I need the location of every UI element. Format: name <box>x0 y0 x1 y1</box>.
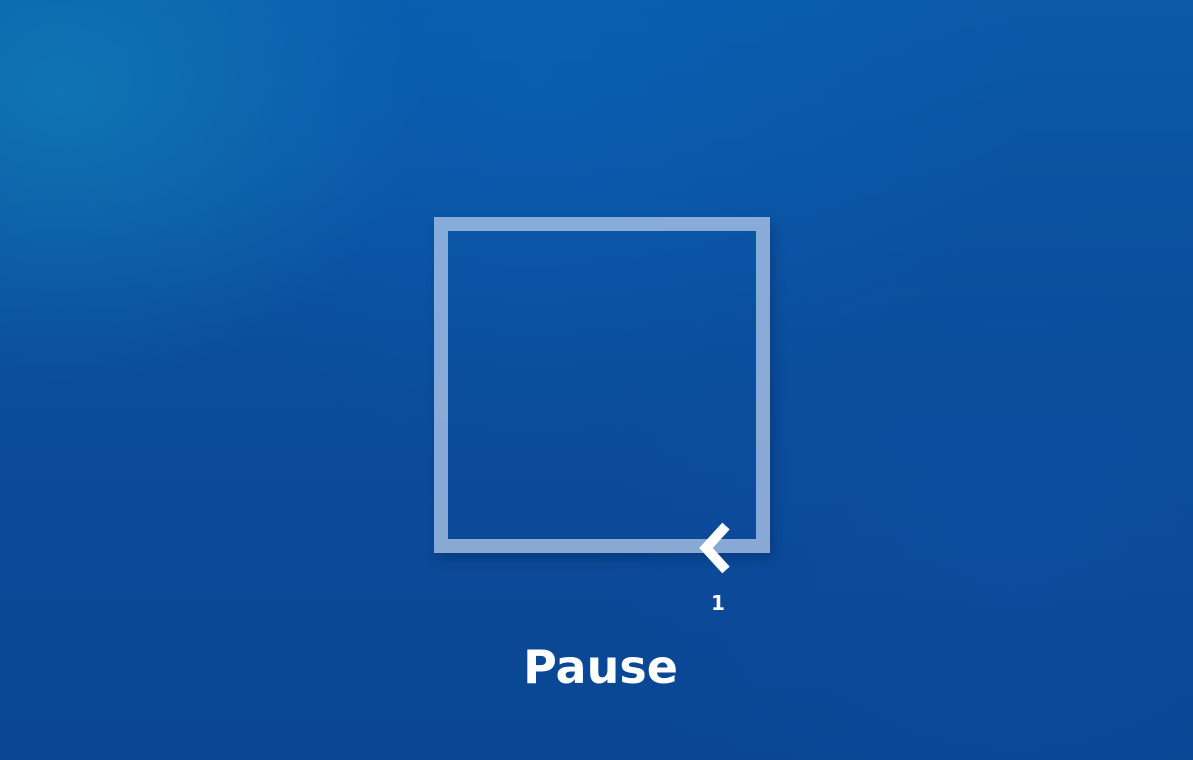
breath-phase-label: Pause <box>523 640 678 694</box>
chevron-left-icon <box>699 522 730 574</box>
breathing-square-outline <box>434 217 770 553</box>
breath-counter: 1 <box>711 591 725 615</box>
breathing-exercise-screen: 1 Pause <box>0 0 1193 760</box>
